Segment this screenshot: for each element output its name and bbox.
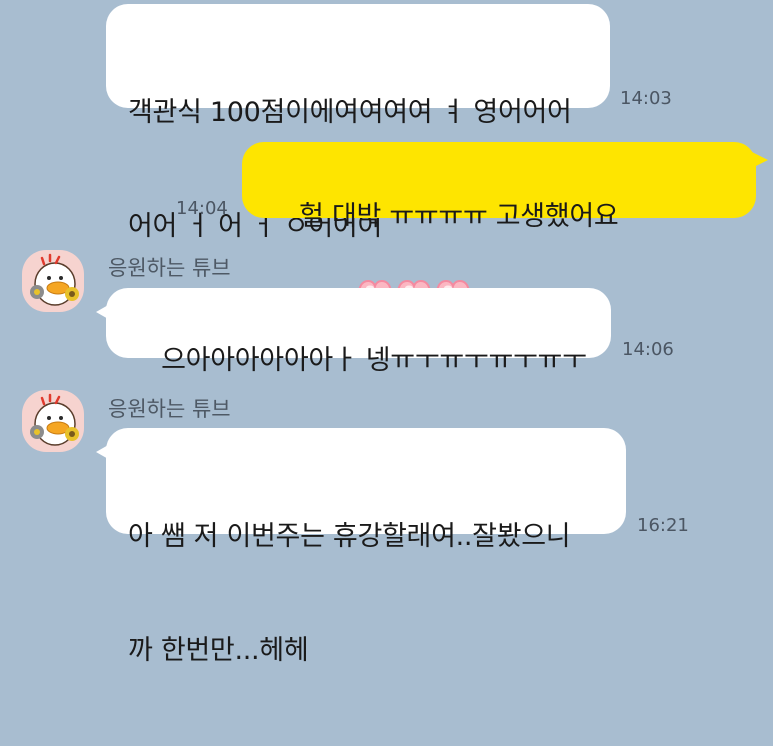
message-text: 헐 대박 ㅠㅠㅠㅠ 고생했어요	[299, 201, 619, 232]
message-line: 아 쌤 저 이번주는 휴강할래여..잘봤으니	[128, 521, 571, 552]
message-time: 14:06	[622, 339, 674, 360]
message-time: 16:21	[637, 515, 689, 536]
message-text: 으아아아아아아ㅏ 넹ㅠㅜㅠㅜㅠㅜㅠㅜ	[161, 345, 587, 376]
message-bubble-incoming[interactable]: 아 쌤 저 이번주는 휴강할래여..잘봤으니 까 한번만...헤헤	[96, 428, 626, 666]
message-bubble-outgoing[interactable]: 헐 대박 ㅠㅠㅠㅠ 고생했어요	[242, 142, 768, 310]
message-line: 까 한번만...헤헤	[128, 635, 309, 666]
message-time: 14:04	[176, 198, 228, 219]
tube-duck-avatar[interactable]	[22, 250, 84, 312]
message-time: 14:03	[620, 88, 672, 109]
message-bubble-incoming[interactable]: 으아아아아아아ㅏ 넹ㅠㅜㅠㅜㅠㅜㅠㅜ	[96, 288, 611, 376]
chat-room: 객관식 100점이에여여여여 ㅕ 영어어어 어어 ㅓ 어 ㅓ ㅇ어어어 14:0…	[0, 0, 773, 666]
sender-name: 응원하는 튜브	[108, 397, 231, 421]
tube-duck-avatar[interactable]	[22, 390, 84, 452]
sender-name: 응원하는 튜브	[108, 256, 231, 280]
message-line: 객관식 100점이에여여여여 ㅕ 영어어어	[128, 97, 572, 128]
message-bubble-incoming[interactable]: 객관식 100점이에여여여여 ㅕ 영어어어 어어 ㅓ 어 ㅓ ㅇ어어어	[106, 4, 610, 242]
